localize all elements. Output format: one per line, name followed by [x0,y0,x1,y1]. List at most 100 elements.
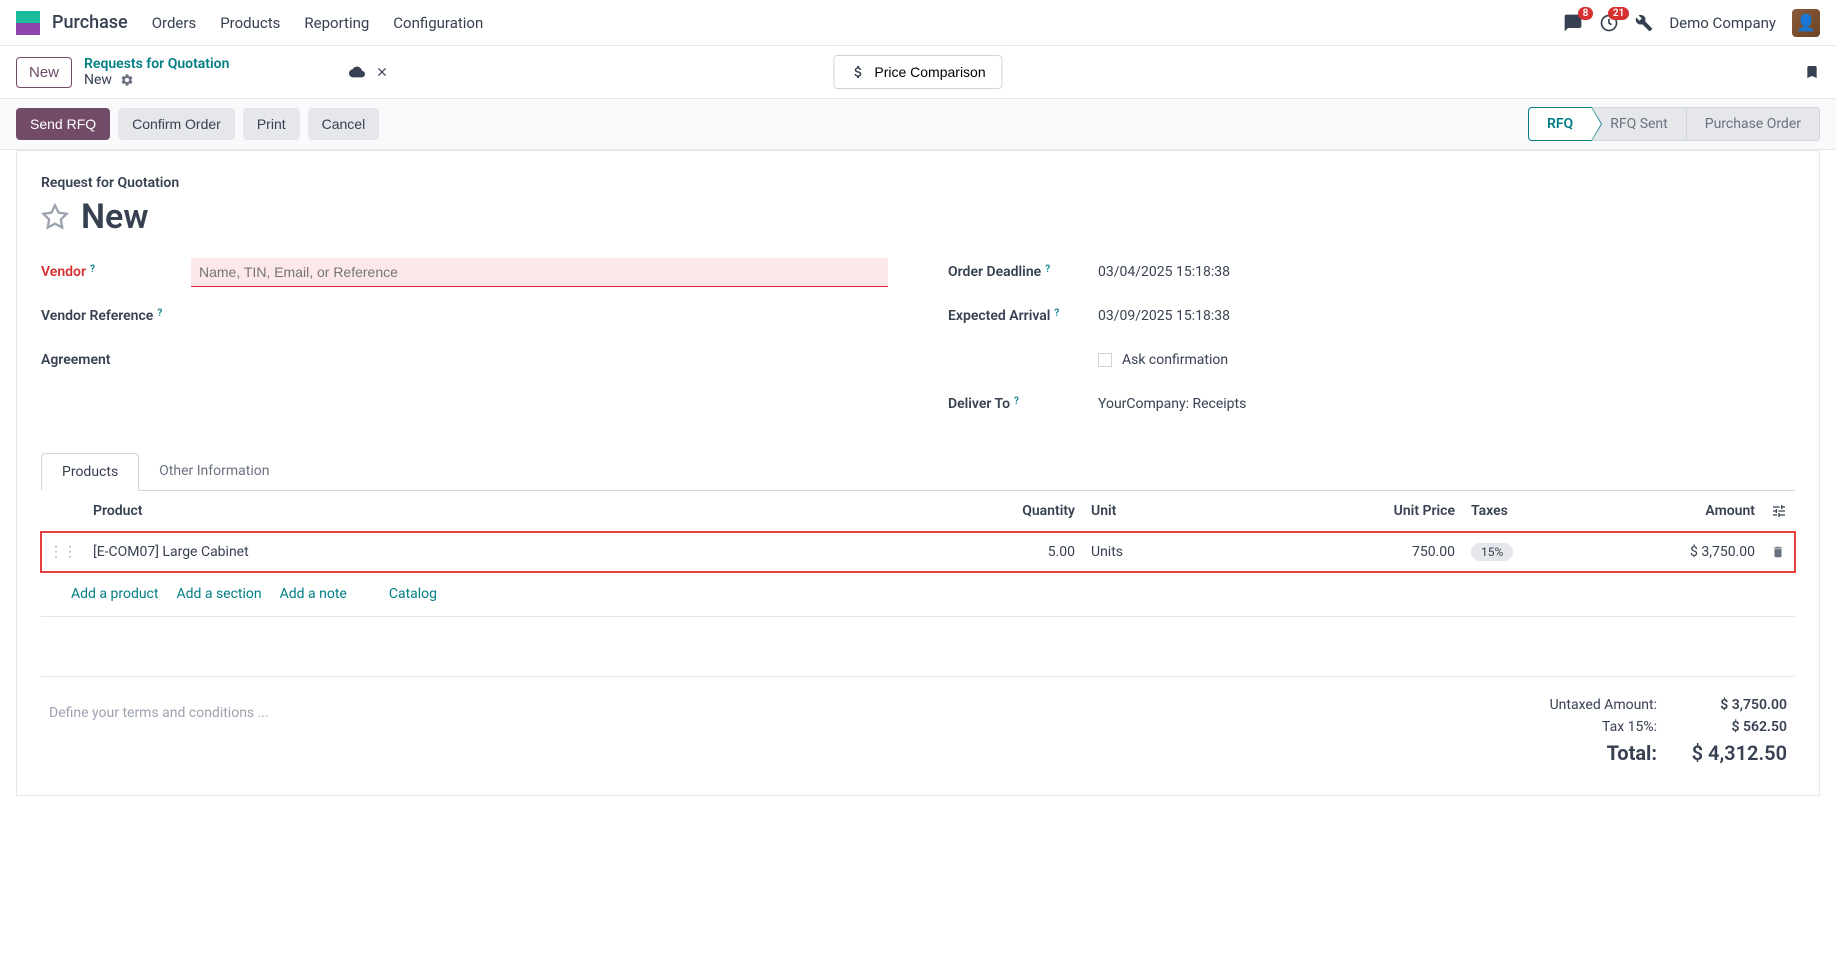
sheet-subtitle: Request for Quotation [41,175,1795,191]
cell-amount: $ 3,750.00 [1603,532,1763,573]
header-taxes[interactable]: Taxes [1463,491,1603,532]
star-icon[interactable] [41,203,69,231]
untaxed-label: Untaxed Amount: [1550,697,1657,713]
menu-reporting[interactable]: Reporting [304,14,369,32]
print-button[interactable]: Print [243,108,300,140]
trash-icon[interactable] [1771,545,1785,559]
add-note-link[interactable]: Add a note [280,586,347,602]
sheet-title: New [81,197,148,237]
top-nav: Purchase Orders Products Reporting Confi… [0,0,1836,46]
totals: Untaxed Amount: $ 3,750.00 Tax 15%: $ 56… [1550,697,1787,771]
header-product[interactable]: Product [85,491,943,532]
help-icon[interactable]: ? [1045,264,1050,275]
breadcrumb-parent[interactable]: Requests for Quotation [84,56,229,72]
vendor-input[interactable] [191,258,888,287]
total-label: Total: [1607,741,1657,765]
sheet-footer: Define your terms and conditions ... Unt… [41,677,1795,771]
messages-badge: 8 [1578,7,1594,20]
header-amount[interactable]: Amount [1603,491,1763,532]
agreement-row: Agreement [41,345,888,375]
status-rfq-sent[interactable]: RFQ Sent [1592,107,1687,141]
deliver-to-value[interactable]: YourCompany: Receipts [1098,396,1795,412]
bookmark-icon[interactable] [1804,62,1820,82]
top-menu: Orders Products Reporting Configuration [152,14,484,32]
agreement-label: Agreement [41,352,191,368]
cloud-icon[interactable] [349,64,365,80]
cancel-button[interactable]: Cancel [308,108,380,140]
new-button[interactable]: New [16,57,72,88]
header-unit-price[interactable]: Unit Price [1343,491,1463,532]
drag-header [41,491,85,532]
terms-input[interactable]: Define your terms and conditions ... [49,697,1550,771]
status-rfq[interactable]: RFQ [1528,107,1592,141]
breadcrumb-bar: New Requests for Quotation New Price Com… [0,46,1836,98]
header-quantity[interactable]: Quantity [943,491,1083,532]
tools-icon[interactable] [1635,14,1653,32]
cell-product[interactable]: [E-COM07] Large Cabinet [85,532,943,573]
cell-quantity[interactable]: 5.00 [943,532,1083,573]
tax-value: $ 562.50 [1687,719,1787,735]
sheet-title-row: New [41,197,1795,237]
ask-confirmation-group: Ask confirmation [1098,352,1228,368]
help-icon[interactable]: ? [1054,308,1059,319]
vendor-ref-row: Vendor Reference? [41,301,888,331]
gear-icon[interactable] [120,73,134,87]
deadline-label: Order Deadline? [948,264,1098,280]
tax-label: Tax 15%: [1602,719,1657,735]
catalog-link[interactable]: Catalog [389,586,437,602]
company-name[interactable]: Demo Company [1669,14,1776,32]
breadcrumb-icons [349,64,389,80]
menu-orders[interactable]: Orders [152,14,197,32]
cell-taxes[interactable]: 15% [1463,532,1603,573]
cell-delete [1763,532,1795,573]
activities-icon[interactable]: 21 [1599,13,1619,33]
deliver-to-label: Deliver To? [948,396,1098,412]
help-icon[interactable]: ? [157,308,162,319]
dollar-icon [850,64,866,80]
deliver-to-row: Deliver To? YourCompany: Receipts [948,389,1795,419]
ask-confirmation-label: Ask confirmation [1122,352,1228,368]
drag-handle-icon[interactable]: ⋮⋮ [41,532,85,573]
header-settings [1763,491,1795,532]
price-comparison-button[interactable]: Price Comparison [833,55,1002,89]
cell-unit[interactable]: Units [1083,532,1343,573]
help-icon[interactable]: ? [1014,396,1019,407]
app-logo[interactable] [16,11,40,35]
tabs: Products Other Information [41,453,1795,491]
status-bar: RFQ RFQ Sent Purchase Order [1528,107,1820,141]
menu-configuration[interactable]: Configuration [393,14,483,32]
form-sheet: Request for Quotation New Vendor? Vendor… [16,150,1820,796]
status-purchase-order[interactable]: Purchase Order [1687,107,1820,141]
confirm-order-button[interactable]: Confirm Order [118,108,235,140]
tax-badge: 15% [1471,543,1513,561]
ask-confirmation-checkbox[interactable] [1098,353,1112,367]
form-right-col: Order Deadline? 03/04/2025 15:18:38 Expe… [948,257,1795,433]
vendor-ref-label: Vendor Reference? [41,308,191,324]
form-grid: Vendor? Vendor Reference? Agreement Orde… [41,257,1795,433]
user-avatar[interactable]: 👤 [1792,9,1820,37]
tab-products[interactable]: Products [41,453,139,491]
cell-unit-price[interactable]: 750.00 [1343,532,1463,573]
help-icon[interactable]: ? [90,264,95,275]
action-bar: Send RFQ Confirm Order Print Cancel RFQ … [0,98,1836,150]
app-name[interactable]: Purchase [52,12,128,33]
table-header-row: Product Quantity Unit Unit Price Taxes A… [41,491,1795,532]
total-row: Total: $ 4,312.50 [1550,741,1787,765]
products-table: Product Quantity Unit Unit Price Taxes A… [41,491,1795,572]
messages-icon[interactable]: 8 [1563,13,1583,33]
arrival-value[interactable]: 03/09/2025 15:18:38 [1098,308,1795,324]
top-right: 8 21 Demo Company 👤 [1563,9,1820,37]
vendor-label: Vendor? [41,264,191,280]
breadcrumb-current-text: New [84,72,112,88]
deadline-value[interactable]: 03/04/2025 15:18:38 [1098,264,1795,280]
close-icon[interactable] [375,65,389,79]
send-rfq-button[interactable]: Send RFQ [16,108,110,140]
add-section-link[interactable]: Add a section [176,586,261,602]
menu-products[interactable]: Products [220,14,280,32]
columns-settings-icon[interactable] [1771,503,1787,519]
add-product-link[interactable]: Add a product [71,586,158,602]
breadcrumb-current: New [84,72,229,88]
header-unit[interactable]: Unit [1083,491,1343,532]
tab-other-information[interactable]: Other Information [139,453,289,490]
table-row[interactable]: ⋮⋮ [E-COM07] Large Cabinet 5.00 Units 75… [41,532,1795,573]
